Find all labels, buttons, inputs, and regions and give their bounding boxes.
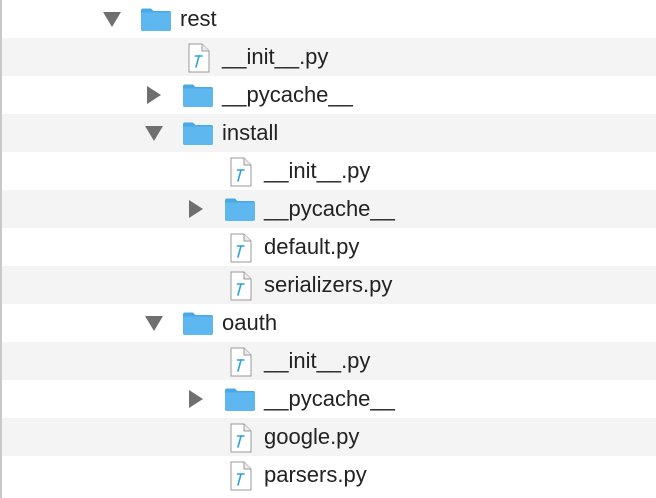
disclosure-collapsed-icon[interactable] [184,197,208,221]
folder-icon [224,384,256,419]
folder-row[interactable]: oauth [2,304,656,342]
file-name: google.py [264,424,360,449]
folder-row[interactable]: __pycache__ [2,76,656,114]
folder-name: __pycache__ [264,386,395,411]
file-name: default.py [264,234,360,259]
folder-name: rest [180,6,217,31]
file-name: __init__.py [264,158,371,183]
disclosure-expanded-icon[interactable] [142,311,166,335]
folder-row[interactable]: __pycache__ [2,190,656,228]
python-file-icon [228,232,254,269]
file-name: __init__.py [264,348,371,373]
python-file-icon [228,346,254,383]
python-file-icon [228,422,254,459]
file-row[interactable]: google.py [2,418,656,456]
python-file-icon [228,460,254,497]
file-name: __init__.py [222,44,329,69]
file-row[interactable]: __init__.py [2,152,656,190]
python-file-icon [186,42,212,79]
folder-name: install [222,120,279,145]
file-name: serializers.py [264,272,393,297]
folder-icon [182,80,214,115]
disclosure-collapsed-icon[interactable] [184,387,208,411]
folder-name: oauth [222,310,278,335]
disclosure-expanded-icon[interactable] [142,121,166,145]
folder-row[interactable]: rest [2,0,656,38]
python-file-icon [228,270,254,307]
file-row[interactable]: parsers.py [2,456,656,494]
folder-icon [140,4,172,39]
folder-icon [182,308,214,343]
python-file-icon [228,156,254,193]
file-row[interactable]: default.py [2,228,656,266]
folder-icon [224,194,256,229]
disclosure-expanded-icon[interactable] [100,7,124,31]
disclosure-collapsed-icon[interactable] [142,83,166,107]
folder-name: __pycache__ [264,196,395,221]
file-tree: rest __init__.py __pycache__ install __init_… [0,0,656,498]
file-name: parsers.py [264,462,367,487]
file-row[interactable]: serializers.py [2,266,656,304]
folder-row[interactable]: __pycache__ [2,380,656,418]
folder-name: __pycache__ [222,82,353,107]
folder-icon [182,118,214,153]
file-row[interactable]: __init__.py [2,342,656,380]
file-row[interactable]: __init__.py [2,38,656,76]
folder-row[interactable]: install [2,114,656,152]
